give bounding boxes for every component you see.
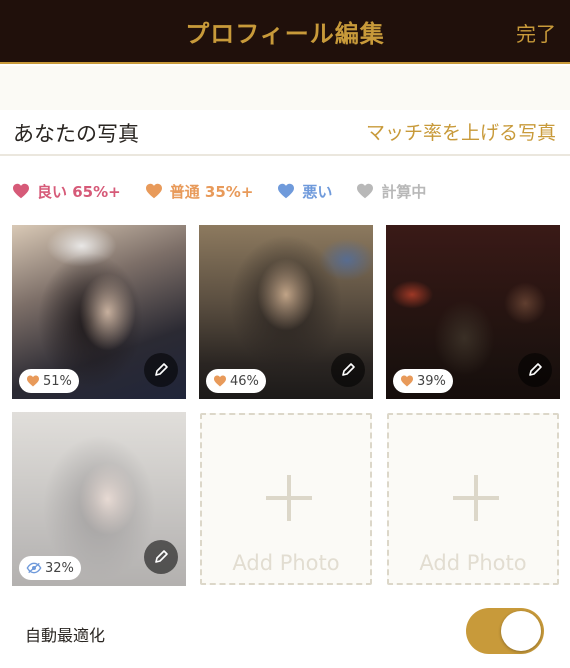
photos-section-label: あなたの写真 [13,122,139,146]
legend-average: 普通 35%+ [145,181,254,202]
heart-icon [401,375,413,387]
legend-good: 良い 65%+ [12,181,121,202]
heart-icon [13,183,29,199]
photo-tile-2[interactable]: 46% [199,225,373,399]
photos-section-header: あなたの写真 マッチ率を上げる写真 [0,110,570,156]
match-score-value: 46% [230,373,259,389]
edit-photo-button[interactable] [331,353,365,387]
legend-average-label: 普通 35%+ [169,182,254,201]
legend-good-label: 良い 65%+ [37,182,121,201]
pencil-icon [155,550,168,563]
heart-icon [27,375,39,387]
pencil-icon [155,363,168,376]
score-legend: 良い 65%+ 普通 35%+ 悪い 計算中 [12,180,450,202]
auto-optimize-toggle[interactable] [466,608,544,654]
match-score-value: 32% [45,560,74,576]
legend-calculating: 計算中 [356,181,426,202]
heart-icon [357,183,374,199]
add-photo-label: Add Photo [232,551,340,575]
edit-photo-button[interactable] [518,353,552,387]
match-score-value: 39% [417,373,446,389]
photo-tile-3[interactable]: 39% [386,225,560,399]
heart-icon [214,375,226,387]
add-photo-label: Add Photo [419,551,527,575]
page-title: プロフィール編集 [185,20,385,48]
add-photo-slot-1[interactable]: Add Photo [200,413,372,585]
legend-bad: 悪い [277,181,332,202]
match-score-badge: 32% [19,556,81,580]
plus-icon [453,475,499,521]
header-spacer [0,66,570,110]
match-score-badge: 51% [19,369,79,393]
match-score-badge: 39% [393,369,453,393]
nav-header: プロフィール編集 完了 [0,0,570,64]
legend-bad-label: 悪い [302,182,333,201]
photo-tile-1[interactable]: 51% [12,225,186,399]
legend-calculating-label: 計算中 [381,182,427,201]
done-button[interactable]: 完了 [516,18,556,47]
edit-photo-button[interactable] [144,353,178,387]
toggle-knob [501,611,541,651]
photo-tile-4[interactable]: 32% [12,412,186,586]
eye-slash-icon [26,562,42,574]
match-score-badge: 46% [206,369,266,393]
pencil-icon [342,363,355,376]
plus-icon [266,475,312,521]
improve-match-link[interactable]: マッチ率を上げる写真 [366,118,556,145]
add-photo-slot-2[interactable]: Add Photo [387,413,559,585]
match-score-value: 51% [43,373,72,389]
auto-optimize-label: 自動最適化 [25,626,106,645]
edit-photo-button[interactable] [144,540,178,574]
heart-icon [278,183,295,199]
heart-icon [145,183,162,199]
pencil-icon [529,363,542,376]
